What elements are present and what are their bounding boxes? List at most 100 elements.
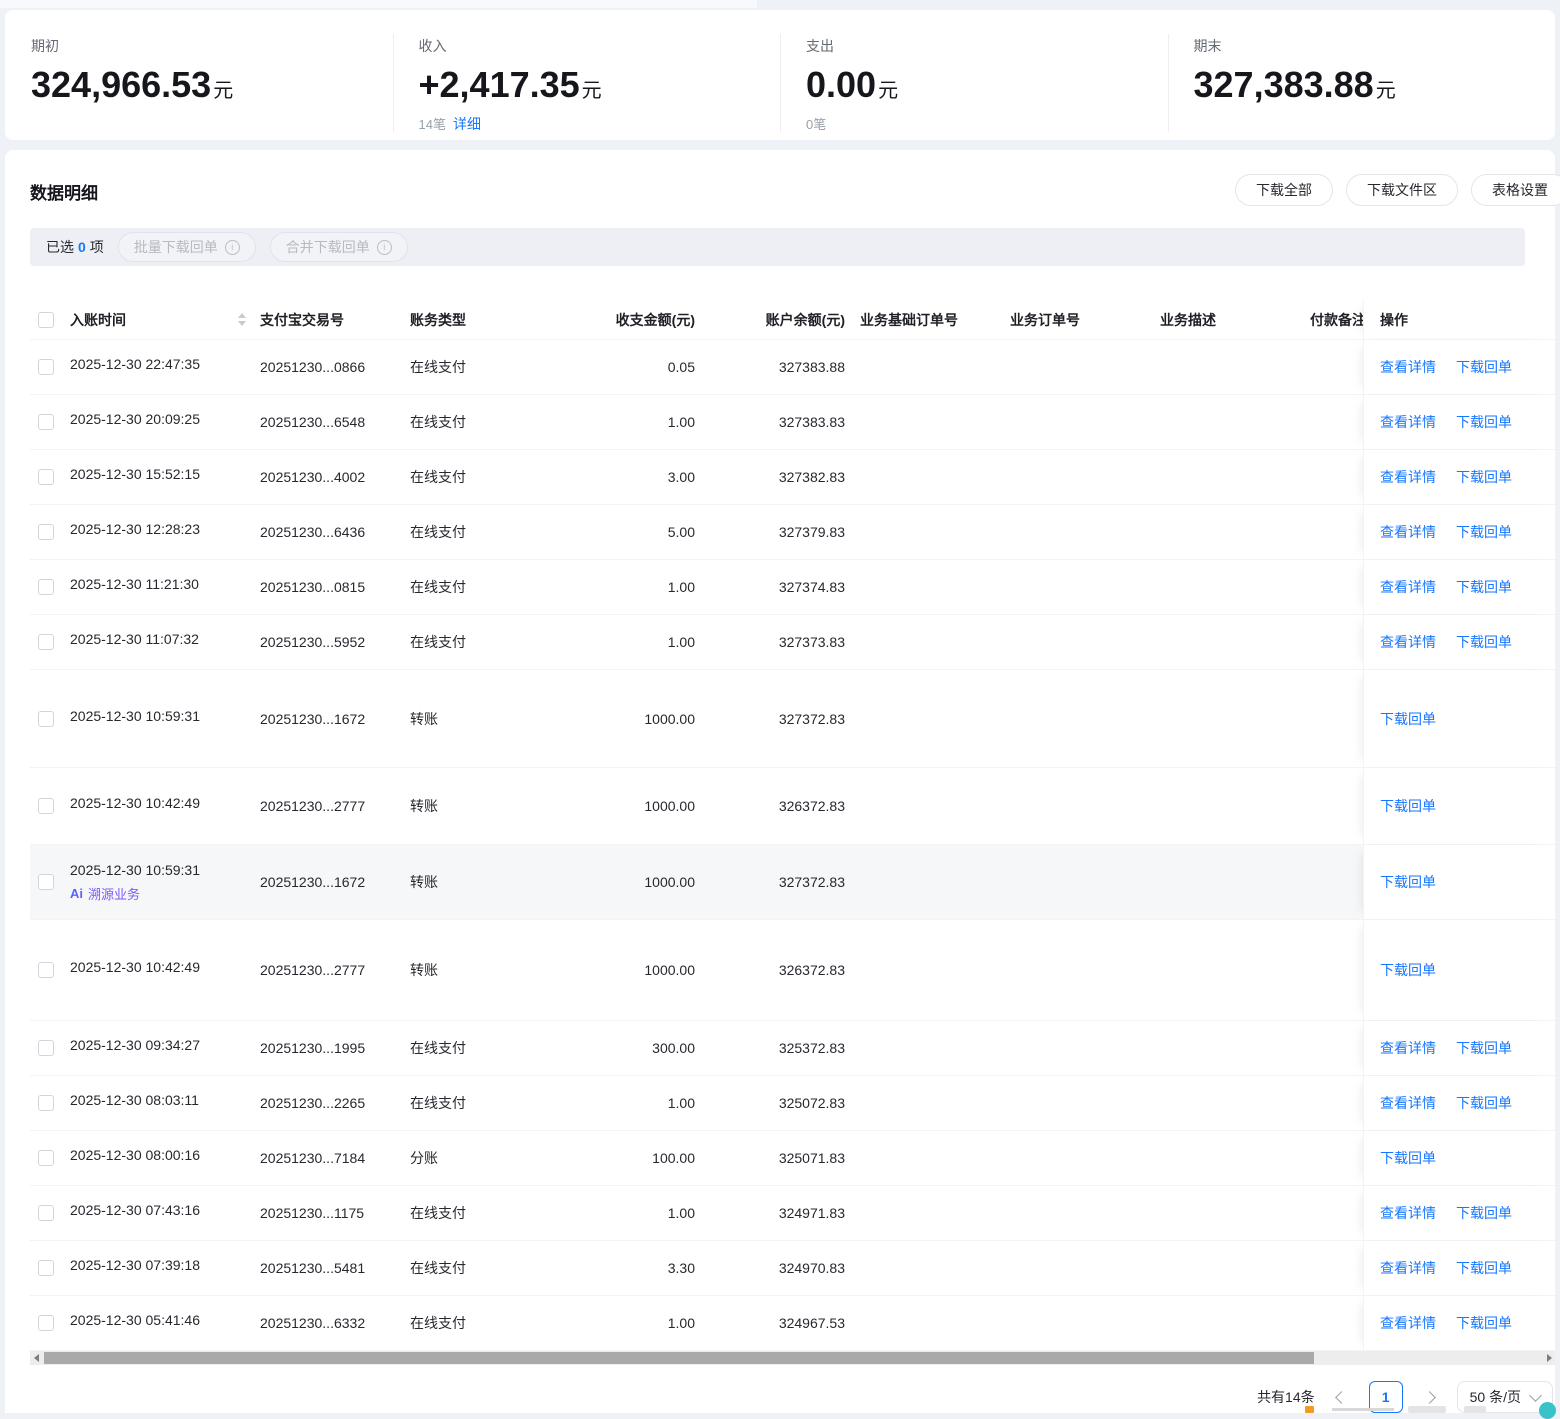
pagination: 共有14条 1 50 条/页: [5, 1381, 1555, 1413]
row-checkbox[interactable]: [38, 524, 54, 540]
row-description: [1160, 768, 1310, 844]
download-filezone-button[interactable]: 下载文件区: [1346, 174, 1458, 206]
download-receipt-link[interactable]: 下载回单: [1380, 796, 1436, 816]
floating-help-button[interactable]: [1539, 1402, 1556, 1419]
download-receipt-link[interactable]: 下载回单: [1380, 872, 1436, 892]
row-checkbox[interactable]: [38, 962, 54, 978]
row-checkbox[interactable]: [38, 1150, 54, 1166]
col-header-desc: 业务描述: [1160, 300, 1310, 339]
row-description: [1160, 505, 1310, 559]
row-checkbox[interactable]: [38, 711, 54, 727]
download-receipt-link[interactable]: 下载回单: [1456, 1313, 1512, 1333]
download-receipt-link[interactable]: 下载回单: [1456, 577, 1512, 597]
horizontal-scrollbar[interactable]: [30, 1351, 1555, 1365]
row-checkbox[interactable]: [38, 1040, 54, 1056]
caret-up-icon: [238, 313, 246, 318]
row-remark: [1310, 340, 1363, 394]
download-receipt-link[interactable]: 下载回单: [1456, 1203, 1512, 1223]
download-all-button[interactable]: 下载全部: [1235, 174, 1333, 206]
row-amount: 1000.00: [560, 768, 710, 844]
download-receipt-link[interactable]: 下载回单: [1380, 709, 1436, 729]
download-receipt-link[interactable]: 下载回单: [1456, 467, 1512, 487]
download-receipt-link[interactable]: 下载回单: [1456, 1093, 1512, 1113]
row-checkbox[interactable]: [38, 1095, 54, 1111]
prev-page-button[interactable]: [1330, 1381, 1354, 1413]
row-amount: 1.00: [560, 395, 710, 449]
view-detail-link[interactable]: 查看详情: [1380, 632, 1436, 652]
row-base-order: [860, 1241, 1010, 1295]
row-amount: 5.00: [560, 505, 710, 559]
data-detail-card: 数据明细 下载全部 下载文件区 表格设置 已选0项 批量下载回单i 合并下载回单…: [5, 150, 1555, 1413]
row-business-type: 在线支付: [410, 450, 560, 504]
download-receipt-link[interactable]: 下载回单: [1456, 1258, 1512, 1278]
col-header-action: 操作: [1363, 300, 1555, 339]
trace-business-tag[interactable]: Ai 溯源业务: [70, 884, 200, 903]
row-description: [1160, 1296, 1310, 1350]
view-detail-link[interactable]: 查看详情: [1380, 467, 1436, 487]
scroll-left-arrow[interactable]: [30, 1351, 42, 1365]
select-all-checkbox[interactable]: [38, 312, 54, 328]
row-transaction-id: 20251230...2777: [260, 768, 410, 844]
row-checkbox[interactable]: [38, 1315, 54, 1331]
row-base-order: [860, 670, 1010, 767]
download-receipt-link[interactable]: 下载回单: [1456, 632, 1512, 652]
next-page-button[interactable]: [1418, 1381, 1442, 1413]
row-balance: 327372.83: [710, 670, 860, 767]
row-checkbox[interactable]: [38, 1260, 54, 1276]
view-detail-link[interactable]: 查看详情: [1380, 412, 1436, 432]
batch-download-receipts-button[interactable]: 批量下载回单i: [118, 232, 256, 262]
row-business-type: 在线支付: [410, 1296, 560, 1350]
row-remark: [1310, 1021, 1363, 1075]
view-detail-link[interactable]: 查看详情: [1380, 357, 1436, 377]
row-description: [1160, 1241, 1310, 1295]
row-description: [1160, 1131, 1310, 1185]
view-detail-link[interactable]: 查看详情: [1380, 1203, 1436, 1223]
view-detail-link[interactable]: 查看详情: [1380, 1038, 1436, 1058]
row-checkbox[interactable]: [38, 1205, 54, 1221]
scrollbar-thumb[interactable]: [44, 1352, 1314, 1364]
col-header-order: 业务订单号: [1010, 300, 1160, 339]
row-checkbox[interactable]: [38, 874, 54, 890]
download-receipt-link[interactable]: 下载回单: [1380, 960, 1436, 980]
row-amount: 1.00: [560, 1186, 710, 1240]
row-checkbox[interactable]: [38, 469, 54, 485]
view-detail-link[interactable]: 查看详情: [1380, 1313, 1436, 1333]
row-amount: 3.30: [560, 1241, 710, 1295]
row-order: [1010, 1241, 1160, 1295]
row-description: [1160, 920, 1310, 1020]
view-detail-link[interactable]: 查看详情: [1380, 1093, 1436, 1113]
table-row: 2025-12-30 15:52:15 20251230...4002 在线支付…: [30, 450, 1555, 505]
download-receipt-link[interactable]: 下载回单: [1456, 412, 1512, 432]
row-checkbox[interactable]: [38, 414, 54, 430]
expense-count: 0笔: [806, 117, 826, 132]
row-checkbox[interactable]: [38, 798, 54, 814]
row-business-type: 在线支付: [410, 340, 560, 394]
view-detail-link[interactable]: 查看详情: [1380, 522, 1436, 542]
row-remark: [1310, 450, 1363, 504]
sort-control[interactable]: [238, 313, 246, 326]
info-icon: i: [377, 240, 392, 255]
row-checkbox[interactable]: [38, 359, 54, 375]
row-amount: 1000.00: [560, 845, 710, 919]
row-checkbox[interactable]: [38, 634, 54, 650]
col-header-remark: 付款备注: [1310, 300, 1363, 339]
row-balance: 327382.83: [710, 450, 860, 504]
page-number-button[interactable]: 1: [1369, 1381, 1403, 1413]
row-balance: 327383.83: [710, 395, 860, 449]
row-time: 2025-12-30 10:42:49: [70, 795, 200, 811]
col-header-txid: 支付宝交易号: [260, 300, 410, 339]
scroll-right-arrow[interactable]: [1543, 1351, 1555, 1365]
row-checkbox[interactable]: [38, 579, 54, 595]
merge-download-receipts-button[interactable]: 合并下载回单i: [270, 232, 408, 262]
view-detail-link[interactable]: 查看详情: [1380, 577, 1436, 597]
income-detail-link[interactable]: 详细: [453, 116, 481, 132]
download-receipt-link[interactable]: 下载回单: [1456, 522, 1512, 542]
row-description: [1160, 615, 1310, 669]
table-settings-button[interactable]: 表格设置: [1471, 174, 1560, 206]
row-balance: 326372.83: [710, 768, 860, 844]
download-receipt-link[interactable]: 下载回单: [1380, 1148, 1436, 1168]
view-detail-link[interactable]: 查看详情: [1380, 1258, 1436, 1278]
download-receipt-link[interactable]: 下载回单: [1456, 1038, 1512, 1058]
download-receipt-link[interactable]: 下载回单: [1456, 357, 1512, 377]
chevron-down-icon: [1529, 1389, 1542, 1402]
